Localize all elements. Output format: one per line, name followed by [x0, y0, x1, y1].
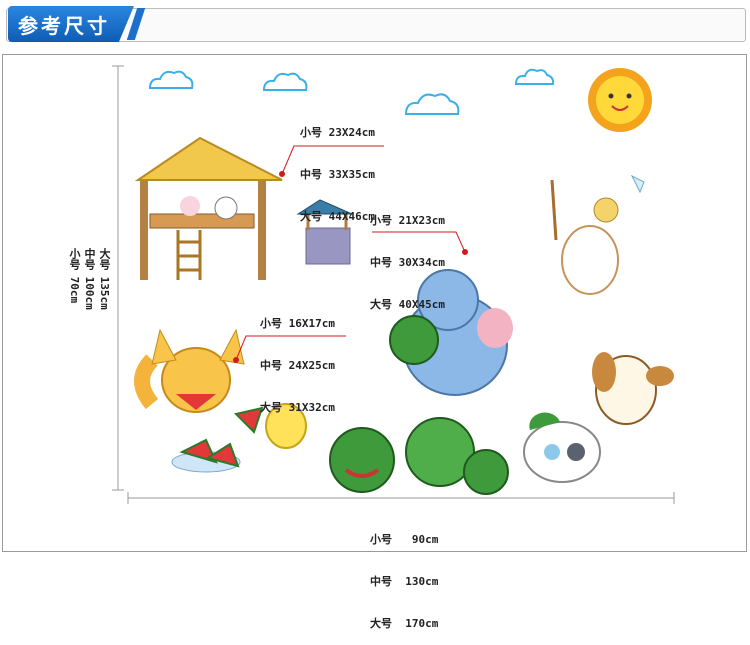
width-size-label: 小号 90cm 中号 130cm 大号 170cm	[370, 505, 438, 645]
dog-character	[592, 352, 674, 425]
size-line: 大号 31X32cm	[260, 401, 335, 414]
size-line: 小号 21X23cm	[370, 214, 445, 227]
fox-size-label: 小号 16X17cm 中号 24X25cm 大号 31X32cm	[260, 289, 335, 429]
elephant-size-label: 小号 21X23cm 中号 30X34cm 大号 40X45cm	[370, 186, 445, 326]
size-line: 小号 23X24cm	[300, 126, 375, 139]
fox-character	[134, 328, 245, 413]
size-line: 中号 130cm	[370, 575, 439, 588]
size-line: 小号 70cm	[68, 248, 81, 304]
goat-character	[550, 174, 645, 295]
height-size-label: 小号 70cm 中号 100cm 大号 135cm	[68, 248, 189, 310]
house-size-label: 小号 23X24cm 中号 33X35cm 大号 44X46cm	[300, 98, 375, 238]
sun-icon	[588, 68, 652, 132]
size-line: 中号 33X35cm	[300, 168, 375, 181]
width-dimension-line	[127, 492, 675, 504]
size-line: 大号 135cm	[98, 248, 111, 310]
size-line: 大号 44X46cm	[300, 210, 375, 223]
size-line: 小号 90cm	[370, 533, 439, 546]
watermelon-group	[329, 417, 509, 495]
size-line: 中号 30X34cm	[370, 256, 445, 269]
watermelon-plate	[171, 438, 241, 473]
size-line: 中号 100cm	[83, 248, 96, 310]
size-line: 中号 24X25cm	[260, 359, 335, 372]
cat-character	[523, 412, 601, 483]
size-line: 大号 40X45cm	[370, 298, 445, 311]
size-line: 小号 16X17cm	[260, 317, 335, 330]
size-line: 大号 170cm	[370, 617, 439, 630]
